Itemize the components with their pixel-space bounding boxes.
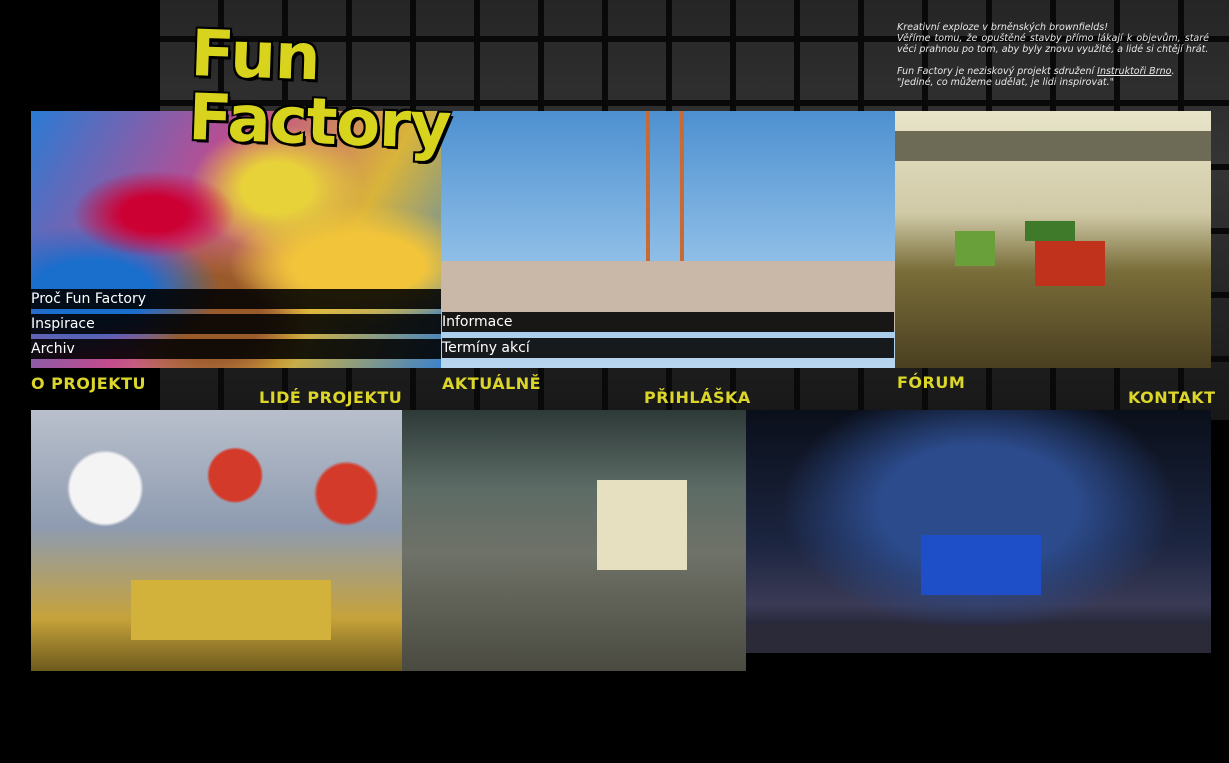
site-logo[interactable]: Fun Factory — [187, 17, 592, 164]
nav-kontakt[interactable]: KONTAKT — [1128, 388, 1216, 407]
menu-item-informace[interactable]: Informace — [442, 312, 894, 332]
menu-item-inspirace[interactable]: Inspirace — [31, 314, 441, 334]
intro-organization: Fun Factory je neziskový projekt sdružen… — [897, 66, 1175, 77]
instruktori-brno-link[interactable]: Instruktoři Brno — [1097, 66, 1171, 77]
nav-prihlaska[interactable]: PŘIHLÁŠKA — [644, 388, 751, 407]
logo-text: Fun Factory — [187, 17, 452, 165]
menu-item-archiv[interactable]: Archiv — [31, 339, 441, 359]
menu-item-terminy-akci[interactable]: Termíny akcí — [442, 338, 894, 358]
kontakt-image[interactable] — [746, 410, 1211, 653]
sign-frame — [646, 111, 684, 265]
nav-o-projektu[interactable]: O PROJEKTU — [31, 374, 146, 393]
green-chair — [955, 231, 995, 266]
lide-projektu-image[interactable] — [31, 410, 402, 671]
intro-belief: Věříme tomu, že opuštěné stavby přímo lá… — [897, 33, 1209, 55]
forum-image[interactable] — [895, 111, 1211, 368]
nav-lide-projektu[interactable]: LIDÉ PROJEKTU — [259, 388, 402, 407]
prihlaska-image[interactable] — [402, 410, 746, 671]
factory-booth — [597, 480, 687, 570]
nav-aktualne[interactable]: AKTUÁLNĚ — [442, 374, 541, 393]
ceiling-beam — [895, 131, 1211, 161]
nav-forum[interactable]: FÓRUM — [897, 373, 965, 392]
red-armchair — [1035, 241, 1105, 286]
intro-quote: "Jediné, co můžeme udělat, je lidi inspi… — [897, 77, 1115, 88]
graffiti-platform — [131, 580, 331, 640]
stage-floor — [746, 625, 1211, 653]
intro-tagline: Kreativní exploze v brněnských brownfiel… — [897, 22, 1109, 33]
intro-text: Kreativní exploze v brněnských brownfiel… — [897, 22, 1209, 88]
stage-drums — [921, 535, 1041, 595]
menu-item-proc-fun-factory[interactable]: Proč Fun Factory — [31, 289, 441, 309]
green-sofa — [1025, 221, 1075, 241]
